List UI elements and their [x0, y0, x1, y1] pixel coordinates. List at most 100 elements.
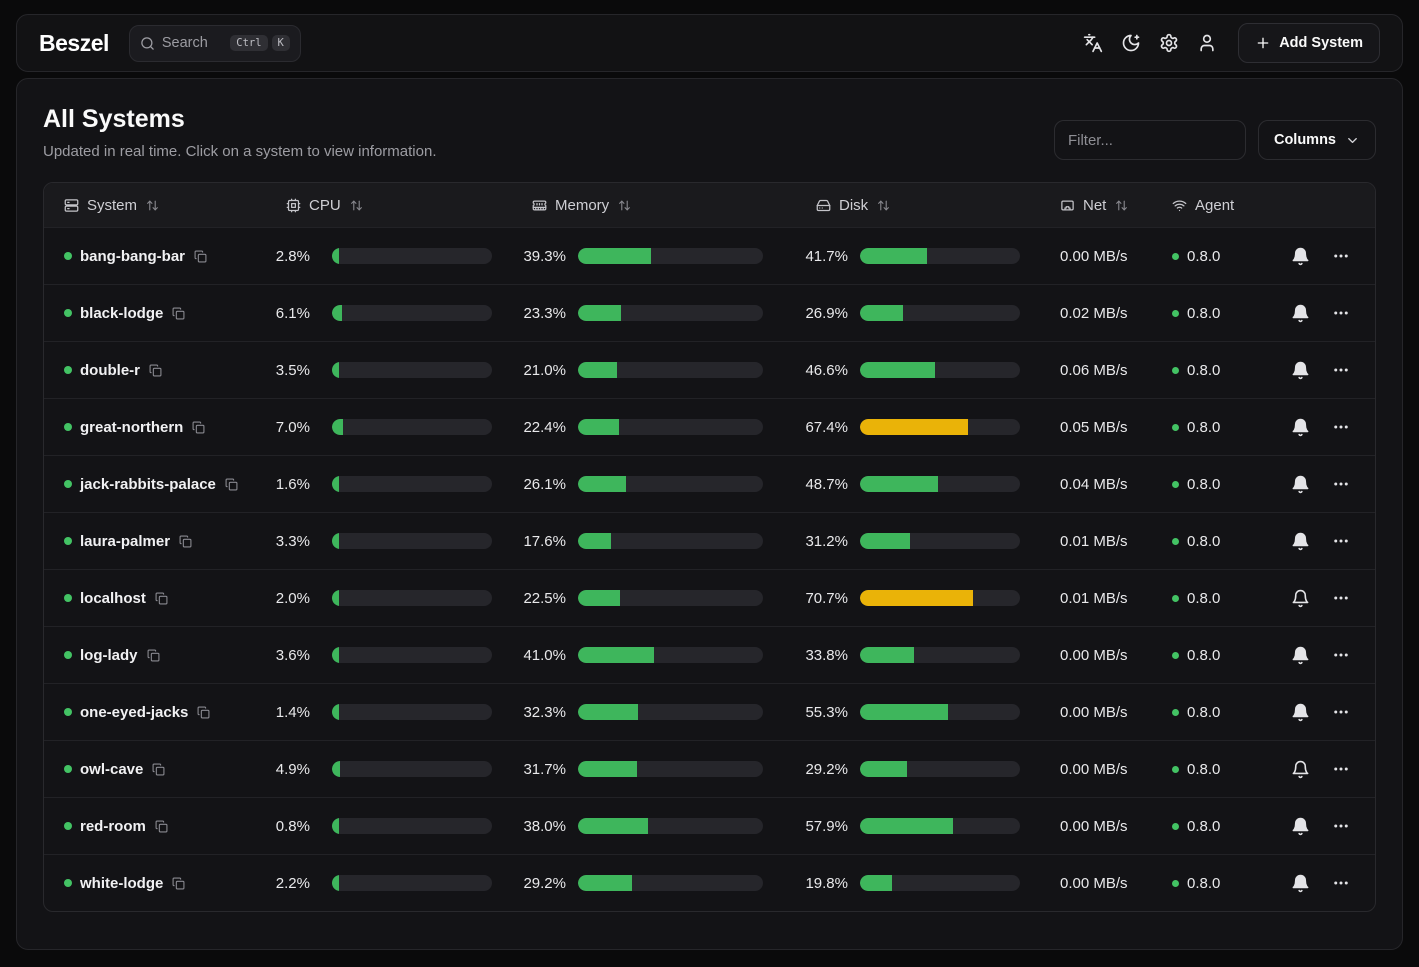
cpu-value: 1.6% [254, 476, 310, 493]
row-actions-button[interactable] [1329, 757, 1353, 781]
bell-filled-icon [1291, 247, 1310, 266]
memory-cell: 23.3% [506, 305, 778, 322]
agent-cell: 0.8.0 [1162, 875, 1274, 892]
copy-icon[interactable] [192, 421, 205, 434]
table-row[interactable]: double-r 3.5% 21.0% 46.6% 0.06 MB/s 0.8.… [44, 341, 1375, 398]
net-value: 0.00 MB/s [1034, 761, 1162, 778]
cpu-cell: 7.0% [254, 419, 506, 436]
table-row[interactable]: owl-cave 4.9% 31.7% 29.2% 0.00 MB/s 0.8.… [44, 740, 1375, 797]
settings-button[interactable] [1150, 24, 1188, 62]
system-status-dot [64, 366, 72, 374]
cpu-cell: 1.6% [254, 476, 506, 493]
row-actions-button[interactable] [1329, 643, 1353, 667]
row-actions-button[interactable] [1329, 301, 1353, 325]
copy-icon[interactable] [194, 250, 207, 263]
sort-icon [1115, 199, 1128, 212]
cpu-value: 4.9% [254, 761, 310, 778]
alerts-bell-button[interactable] [1288, 415, 1312, 439]
table-row[interactable]: jack-rabbits-palace 1.6% 26.1% 48.7% 0.0… [44, 455, 1375, 512]
memory-bar-fill [578, 761, 637, 777]
memory-value: 31.7% [506, 761, 566, 778]
alerts-bell-button[interactable] [1288, 301, 1312, 325]
row-actions-button[interactable] [1329, 415, 1353, 439]
ethernet-port-icon [1060, 198, 1075, 213]
filter-input[interactable] [1054, 120, 1246, 160]
alerts-bell-button[interactable] [1288, 529, 1312, 553]
theme-toggle-button[interactable] [1112, 24, 1150, 62]
table-row[interactable]: localhost 2.0% 22.5% 70.7% 0.01 MB/s 0.8… [44, 569, 1375, 626]
table-row[interactable]: bang-bang-bar 2.8% 39.3% 41.7% 0.00 MB/s… [44, 227, 1375, 284]
row-actions-button[interactable] [1329, 700, 1353, 724]
column-header-cpu[interactable]: CPU [286, 197, 506, 214]
table-row[interactable]: one-eyed-jacks 1.4% 32.3% 55.3% 0.00 MB/… [44, 683, 1375, 740]
table-row[interactable]: laura-palmer 3.3% 17.6% 31.2% 0.01 MB/s … [44, 512, 1375, 569]
search-placeholder: Search [162, 35, 223, 51]
table-row[interactable]: red-room 0.8% 38.0% 57.9% 0.00 MB/s 0.8.… [44, 797, 1375, 854]
memory-value: 41.0% [506, 647, 566, 664]
alerts-bell-button[interactable] [1288, 814, 1312, 838]
copy-icon[interactable] [179, 535, 192, 548]
row-actions-button[interactable] [1329, 244, 1353, 268]
system-name: red-room [80, 818, 146, 835]
copy-icon[interactable] [152, 763, 165, 776]
memory-cell: 22.5% [506, 590, 778, 607]
table-row[interactable]: white-lodge 2.2% 29.2% 19.8% 0.00 MB/s 0… [44, 854, 1375, 911]
system-cell: localhost [44, 590, 254, 607]
memory-value: 21.0% [506, 362, 566, 379]
search-button[interactable]: Search CtrlK [129, 25, 301, 62]
app-logo[interactable]: Beszel [39, 30, 109, 57]
table-row[interactable]: log-lady 3.6% 41.0% 33.8% 0.00 MB/s 0.8.… [44, 626, 1375, 683]
row-actions-button[interactable] [1329, 529, 1353, 553]
language-button[interactable] [1074, 24, 1112, 62]
cpu-bar [332, 704, 492, 720]
bell-outline-icon [1291, 760, 1310, 779]
copy-icon[interactable] [225, 478, 238, 491]
agent-cell: 0.8.0 [1162, 761, 1274, 778]
column-header-disk[interactable]: Disk [816, 197, 1034, 214]
add-system-button[interactable]: Add System [1238, 23, 1380, 63]
table-row[interactable]: black-lodge 6.1% 23.3% 26.9% 0.02 MB/s 0… [44, 284, 1375, 341]
copy-icon[interactable] [172, 307, 185, 320]
search-icon [140, 36, 155, 51]
alerts-bell-button[interactable] [1288, 871, 1312, 895]
column-header-system[interactable]: System [44, 197, 254, 214]
alerts-bell-button[interactable] [1288, 700, 1312, 724]
memory-cell: 17.6% [506, 533, 778, 550]
copy-icon[interactable] [155, 592, 168, 605]
user-icon [1197, 33, 1217, 53]
alerts-bell-button[interactable] [1288, 757, 1312, 781]
cpu-value: 3.5% [254, 362, 310, 379]
system-status-dot [64, 765, 72, 773]
alerts-bell-button[interactable] [1288, 472, 1312, 496]
disk-bar [860, 305, 1020, 321]
alerts-bell-button[interactable] [1288, 586, 1312, 610]
row-actions-button[interactable] [1329, 814, 1353, 838]
memory-value: 22.5% [506, 590, 566, 607]
table-row[interactable]: great-northern 7.0% 22.4% 67.4% 0.05 MB/… [44, 398, 1375, 455]
actions-cell [1274, 814, 1375, 838]
row-actions-button[interactable] [1329, 472, 1353, 496]
copy-icon[interactable] [147, 649, 160, 662]
copy-icon[interactable] [197, 706, 210, 719]
alerts-bell-button[interactable] [1288, 643, 1312, 667]
columns-button[interactable]: Columns [1258, 120, 1376, 160]
system-name: bang-bang-bar [80, 248, 185, 265]
cpu-value: 2.2% [254, 875, 310, 892]
cpu-bar-fill [332, 761, 340, 777]
user-menu-button[interactable] [1188, 24, 1226, 62]
net-value: 0.01 MB/s [1034, 590, 1162, 607]
row-actions-button[interactable] [1329, 358, 1353, 382]
column-header-memory[interactable]: Memory [532, 197, 778, 214]
row-actions-button[interactable] [1329, 871, 1353, 895]
memory-bar-fill [578, 647, 654, 663]
system-name: one-eyed-jacks [80, 704, 188, 721]
copy-icon[interactable] [155, 820, 168, 833]
copy-icon[interactable] [172, 877, 185, 890]
alerts-bell-button[interactable] [1288, 244, 1312, 268]
column-header-net[interactable]: Net [1060, 197, 1162, 214]
copy-icon[interactable] [149, 364, 162, 377]
agent-version: 0.8.0 [1187, 761, 1220, 778]
memory-cell: 32.3% [506, 704, 778, 721]
alerts-bell-button[interactable] [1288, 358, 1312, 382]
row-actions-button[interactable] [1329, 586, 1353, 610]
